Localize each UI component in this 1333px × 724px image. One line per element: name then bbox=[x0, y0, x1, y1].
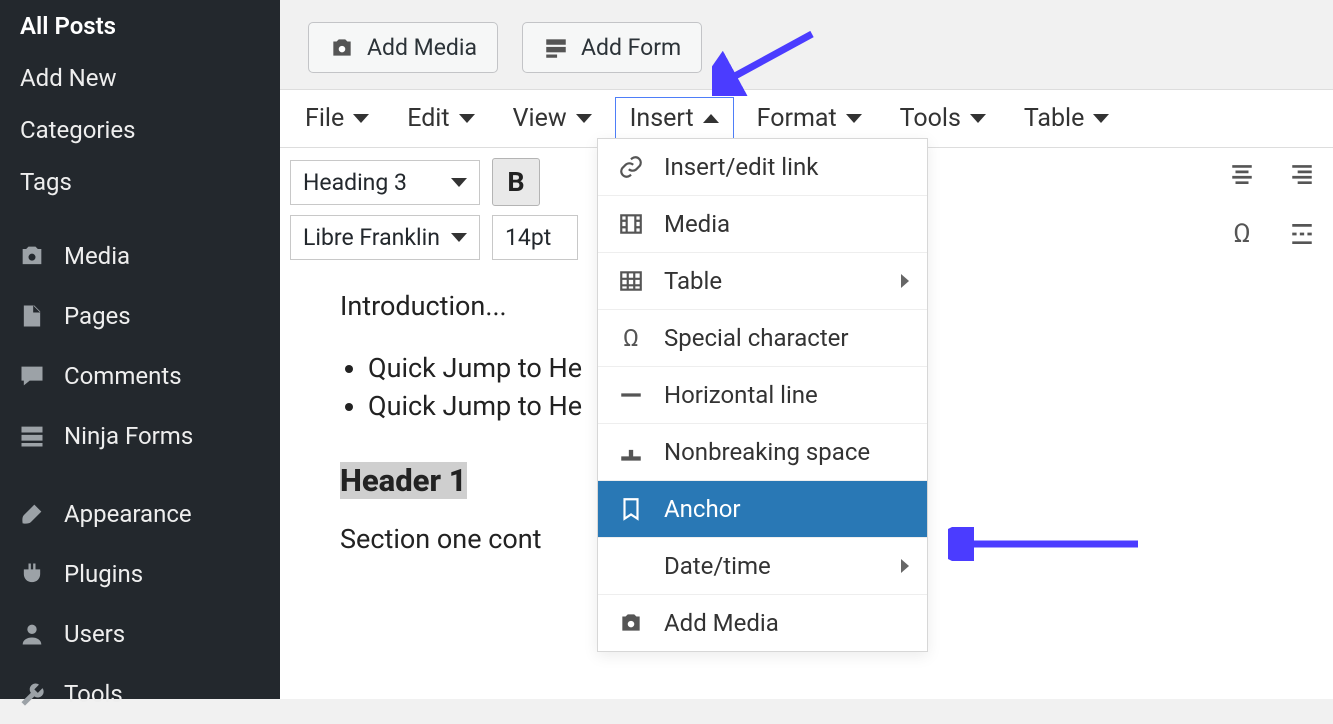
dd-hr[interactable]: Horizontal line bbox=[598, 367, 927, 424]
submenu-caret-icon bbox=[901, 559, 909, 573]
wrench-icon bbox=[18, 680, 46, 708]
dd-specialchar[interactable]: Ω Special character bbox=[598, 310, 927, 367]
chevron-down-icon bbox=[576, 114, 592, 123]
dd-datetime[interactable]: Date/time bbox=[598, 538, 927, 595]
dd-table[interactable]: Table bbox=[598, 253, 927, 310]
add-form-button[interactable]: Add Form bbox=[522, 22, 702, 73]
sidebar-item-appearance[interactable]: Appearance bbox=[0, 484, 280, 544]
film-icon bbox=[618, 211, 644, 237]
page-icon bbox=[18, 302, 46, 330]
submenu-caret-icon bbox=[901, 274, 909, 288]
chevron-down-icon bbox=[459, 114, 475, 123]
menu-tools[interactable]: Tools bbox=[885, 97, 1001, 140]
toolbar-right-icons: Ω A ? bbox=[1218, 150, 1333, 258]
align-center-button[interactable] bbox=[1218, 150, 1266, 198]
chevron-down-icon bbox=[353, 114, 369, 123]
sidebar-subitem-categories[interactable]: Categories bbox=[0, 104, 280, 156]
menu-insert[interactable]: Insert bbox=[615, 97, 734, 140]
sidebar-item-media[interactable]: Media bbox=[0, 226, 280, 286]
camera-music-icon bbox=[618, 610, 644, 636]
table-icon bbox=[618, 268, 644, 294]
bookmark-icon bbox=[618, 496, 644, 522]
sidebar-subitem-add-new[interactable]: Add New bbox=[0, 52, 280, 104]
hr-icon bbox=[618, 382, 644, 408]
comment-icon bbox=[18, 362, 46, 390]
ninja-icon bbox=[18, 422, 46, 450]
admin-sidebar: All Posts Add New Categories Tags Media … bbox=[0, 0, 280, 699]
annotation-arrow-1 bbox=[712, 26, 822, 96]
pagebreak-button[interactable] bbox=[1278, 210, 1326, 258]
dd-media[interactable]: Media bbox=[598, 196, 927, 253]
fontsize-select[interactable]: 14pt bbox=[492, 215, 578, 260]
sidebar-item-comments[interactable]: Comments bbox=[0, 346, 280, 406]
sidebar-item-pages[interactable]: Pages bbox=[0, 286, 280, 346]
plug-icon bbox=[18, 560, 46, 588]
form-icon bbox=[543, 35, 569, 61]
menu-table[interactable]: Table bbox=[1009, 97, 1125, 140]
chevron-down-icon bbox=[846, 114, 862, 123]
insert-dropdown: Insert/edit link Media Table Ω Special c… bbox=[597, 138, 928, 652]
menu-file[interactable]: File bbox=[290, 97, 384, 140]
menu-view[interactable]: View bbox=[498, 97, 607, 140]
sidebar-item-tools[interactable]: Tools bbox=[0, 664, 280, 724]
dd-addmedia[interactable]: Add Media bbox=[598, 595, 927, 651]
menu-edit[interactable]: Edit bbox=[392, 97, 489, 140]
dd-insert-link[interactable]: Insert/edit link bbox=[598, 139, 927, 196]
chevron-up-icon bbox=[703, 114, 719, 123]
annotation-arrow-2 bbox=[948, 527, 1148, 561]
sidebar-subitem-all-posts[interactable]: All Posts bbox=[0, 0, 280, 52]
omega-icon: Ω bbox=[618, 324, 644, 352]
link-icon bbox=[618, 154, 644, 180]
sidebar-item-users[interactable]: Users bbox=[0, 604, 280, 664]
heading-select[interactable]: Heading 3 bbox=[290, 160, 480, 205]
bold-button[interactable]: B bbox=[492, 158, 540, 206]
camera-music-icon bbox=[329, 35, 355, 61]
font-select[interactable]: Libre Franklin bbox=[290, 215, 480, 260]
sidebar-item-ninja-forms[interactable]: Ninja Forms bbox=[0, 406, 280, 466]
brush-icon bbox=[18, 500, 46, 528]
sidebar-subitem-tags[interactable]: Tags bbox=[0, 156, 280, 208]
menu-format[interactable]: Format bbox=[742, 97, 877, 140]
chevron-down-icon bbox=[970, 114, 986, 123]
chevron-down-icon bbox=[1093, 114, 1109, 123]
add-media-button[interactable]: Add Media bbox=[308, 22, 498, 73]
dd-anchor[interactable]: Anchor bbox=[598, 481, 927, 538]
special-char-button[interactable]: Ω bbox=[1218, 210, 1266, 258]
chevron-down-icon bbox=[451, 233, 467, 242]
user-icon bbox=[18, 620, 46, 648]
sidebar-item-plugins[interactable]: Plugins bbox=[0, 544, 280, 604]
chevron-down-icon bbox=[451, 178, 467, 187]
camera-icon bbox=[18, 242, 46, 270]
dd-nbsp[interactable]: Nonbreaking space bbox=[598, 424, 927, 481]
nbsp-icon bbox=[618, 439, 644, 465]
align-right-button[interactable] bbox=[1278, 150, 1326, 198]
heading-1: Header 1 bbox=[340, 462, 467, 499]
